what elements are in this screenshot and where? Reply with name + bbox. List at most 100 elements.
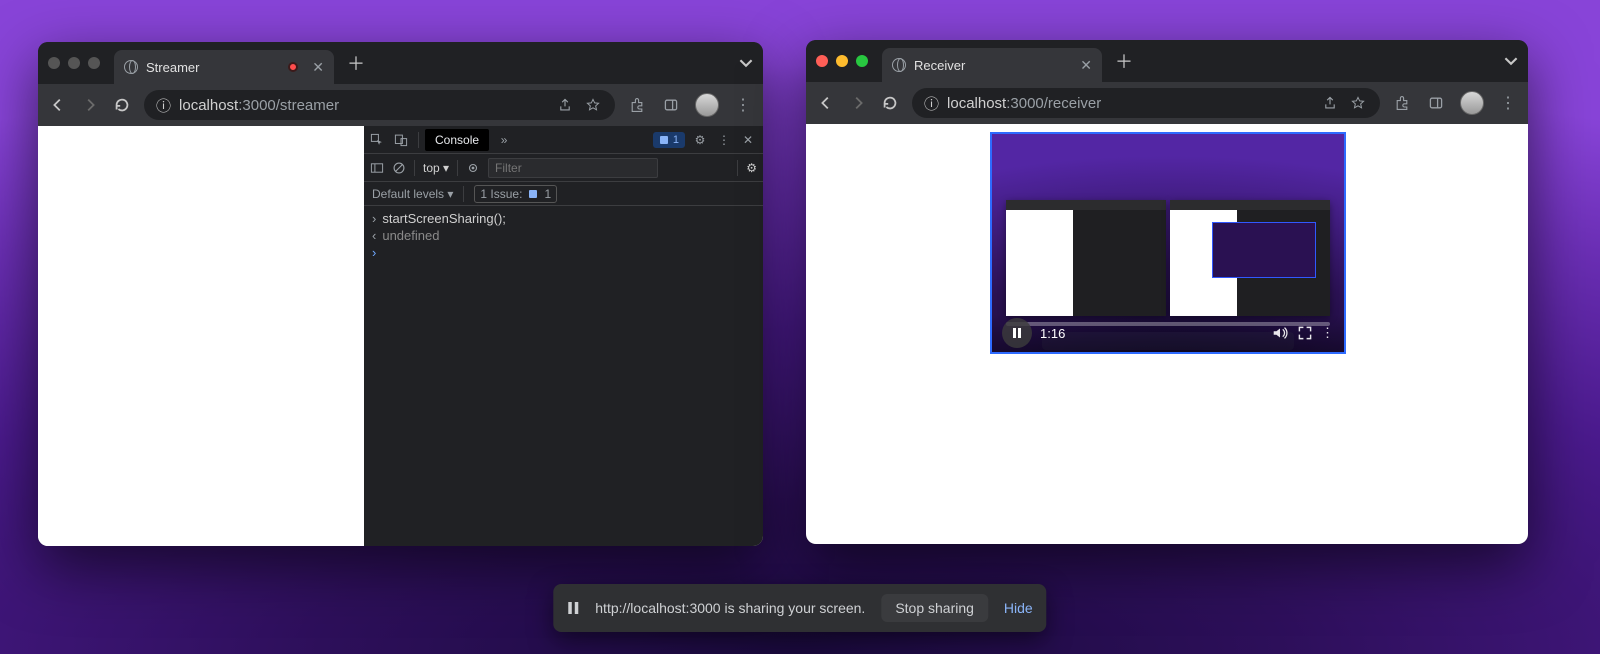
menu-icon[interactable]: ⋮ <box>1498 93 1518 113</box>
traffic-zoom[interactable] <box>88 57 100 69</box>
video-controls: 1:16 ⋮ <box>992 314 1344 352</box>
profile-avatar[interactable] <box>1460 91 1484 115</box>
traffic-close[interactable] <box>816 55 828 67</box>
traffic-close[interactable] <box>48 57 60 69</box>
devtools-tab-bar: Console » 1 ⚙ ⋮ ✕ <box>364 126 763 154</box>
browser-window-receiver: Receiver ✕ ＋ ⓘ localhost:3000/receiver ⋮ <box>806 40 1528 544</box>
pause-share-icon[interactable] <box>567 601 579 615</box>
tab-list-chevron-icon[interactable] <box>1504 54 1518 68</box>
menu-icon[interactable]: ⋮ <box>733 95 753 115</box>
close-tab-button[interactable]: ✕ <box>312 59 324 76</box>
tab-bar: Receiver ✕ ＋ <box>806 40 1528 82</box>
bookmark-star-icon[interactable] <box>1348 93 1368 113</box>
tab-title: Receiver <box>914 58 965 73</box>
console-input-row: › startScreenSharing(); <box>364 210 763 227</box>
url-rest: :3000/receiver <box>1006 95 1101 112</box>
log-levels-selector[interactable]: Default levels ▾ <box>372 187 453 201</box>
reload-button[interactable] <box>112 95 132 115</box>
console-filter-input[interactable] <box>488 158 658 178</box>
sidepanel-icon[interactable] <box>1426 93 1446 113</box>
console-command: startScreenSharing(); <box>382 211 506 226</box>
profile-avatar[interactable] <box>695 93 719 117</box>
address-bar[interactable]: ⓘ localhost:3000/streamer <box>144 90 615 120</box>
site-info-icon[interactable]: ⓘ <box>156 95 171 116</box>
extensions-icon[interactable] <box>1392 93 1412 113</box>
bookmark-star-icon[interactable] <box>583 95 603 115</box>
url-host: localhost <box>179 97 238 114</box>
hide-sharing-button[interactable]: Hide <box>1004 600 1033 616</box>
toolbar-right-icons: ⋮ <box>1392 91 1518 115</box>
pause-button[interactable] <box>1002 318 1032 348</box>
prompt-chevron-icon: › <box>372 245 376 260</box>
tab-list-chevron-icon[interactable] <box>739 56 753 70</box>
url-host: localhost <box>947 95 1006 112</box>
stop-sharing-button[interactable]: Stop sharing <box>881 594 988 622</box>
traffic-minimize[interactable] <box>836 55 848 67</box>
console-prompt-row[interactable]: › <box>364 244 763 261</box>
globe-icon <box>124 60 138 74</box>
back-button[interactable] <box>816 93 836 113</box>
browser-toolbar: ⓘ localhost:3000/receiver ⋮ <box>806 82 1528 124</box>
share-icon[interactable] <box>1320 93 1340 113</box>
console-output-row: ‹ undefined <box>364 227 763 244</box>
more-tabs-chevron-icon[interactable]: » <box>495 133 513 147</box>
forward-button[interactable] <box>848 93 868 113</box>
console-log[interactable]: › startScreenSharing(); ‹ undefined › <box>364 206 763 261</box>
device-toggle-icon[interactable] <box>394 133 412 147</box>
console-levels-row: Default levels ▾ 1 Issue: 1 <box>364 182 763 206</box>
share-icon[interactable] <box>555 95 575 115</box>
console-toolbar: top ▾ ⚙ <box>364 154 763 182</box>
recording-indicator-icon <box>288 62 298 72</box>
devtools-settings-icon[interactable]: ⚙ <box>691 133 709 147</box>
chevron-right-icon: › <box>372 211 376 226</box>
console-tab[interactable]: Console <box>425 129 489 151</box>
close-tab-button[interactable]: ✕ <box>1080 57 1092 74</box>
video-player[interactable]: 1:16 ⋮ <box>990 132 1346 354</box>
site-info-icon[interactable]: ⓘ <box>924 93 939 114</box>
mini-window-left <box>1006 200 1166 316</box>
page-body: 1:16 ⋮ <box>806 124 1528 544</box>
page-body <box>38 126 364 546</box>
mini-window-right <box>1170 200 1330 316</box>
devtools-close-icon[interactable]: ✕ <box>739 133 757 147</box>
sharing-text: http://localhost:3000 is sharing your sc… <box>595 600 865 616</box>
fullscreen-icon[interactable] <box>1297 325 1313 341</box>
reload-button[interactable] <box>880 93 900 113</box>
window-controls-active[interactable] <box>816 55 868 67</box>
screen-sharing-bar: http://localhost:3000 is sharing your sc… <box>553 584 1046 632</box>
toolbar-right-icons: ⋮ <box>627 93 753 117</box>
clear-console-icon[interactable] <box>392 161 406 175</box>
issue-summary[interactable]: 1 Issue: 1 <box>474 185 557 203</box>
sidepanel-icon[interactable] <box>661 95 681 115</box>
inspect-icon[interactable] <box>370 133 388 147</box>
window-controls-inactive[interactable] <box>48 57 100 69</box>
globe-icon <box>892 58 906 72</box>
browser-toolbar: ⓘ localhost:3000/streamer ⋮ <box>38 84 763 126</box>
video-menu-icon[interactable]: ⋮ <box>1321 325 1334 341</box>
extensions-icon[interactable] <box>627 95 647 115</box>
context-selector[interactable]: top ▾ <box>423 161 449 175</box>
url-rest: :3000/streamer <box>238 97 339 114</box>
browser-tab-receiver[interactable]: Receiver ✕ <box>882 48 1102 82</box>
traffic-zoom[interactable] <box>856 55 868 67</box>
new-tab-button[interactable]: ＋ <box>1110 47 1138 75</box>
new-tab-button[interactable]: ＋ <box>342 49 370 77</box>
address-bar[interactable]: ⓘ localhost:3000/receiver <box>912 88 1380 118</box>
content-area: Console » 1 ⚙ ⋮ ✕ top ▾ <box>38 126 763 546</box>
tab-title: Streamer <box>146 60 199 75</box>
console-sidebar-toggle-icon[interactable] <box>370 161 384 175</box>
back-button[interactable] <box>48 95 68 115</box>
console-result: undefined <box>382 228 439 243</box>
live-expression-icon[interactable] <box>466 161 480 175</box>
devtools-panel: Console » 1 ⚙ ⋮ ✕ top ▾ <box>364 126 763 546</box>
volume-icon[interactable] <box>1271 324 1289 342</box>
chevron-left-icon: ‹ <box>372 228 376 243</box>
devtools-menu-icon[interactable]: ⋮ <box>715 133 733 147</box>
issues-badge[interactable]: 1 <box>653 132 685 148</box>
browser-window-streamer: Streamer ✕ ＋ ⓘ localhost:3000/streamer ⋮ <box>38 42 763 546</box>
browser-tab-streamer[interactable]: Streamer ✕ <box>114 50 334 84</box>
forward-button[interactable] <box>80 95 100 115</box>
traffic-minimize[interactable] <box>68 57 80 69</box>
console-settings-icon[interactable]: ⚙ <box>746 161 757 175</box>
tab-bar: Streamer ✕ ＋ <box>38 42 763 84</box>
